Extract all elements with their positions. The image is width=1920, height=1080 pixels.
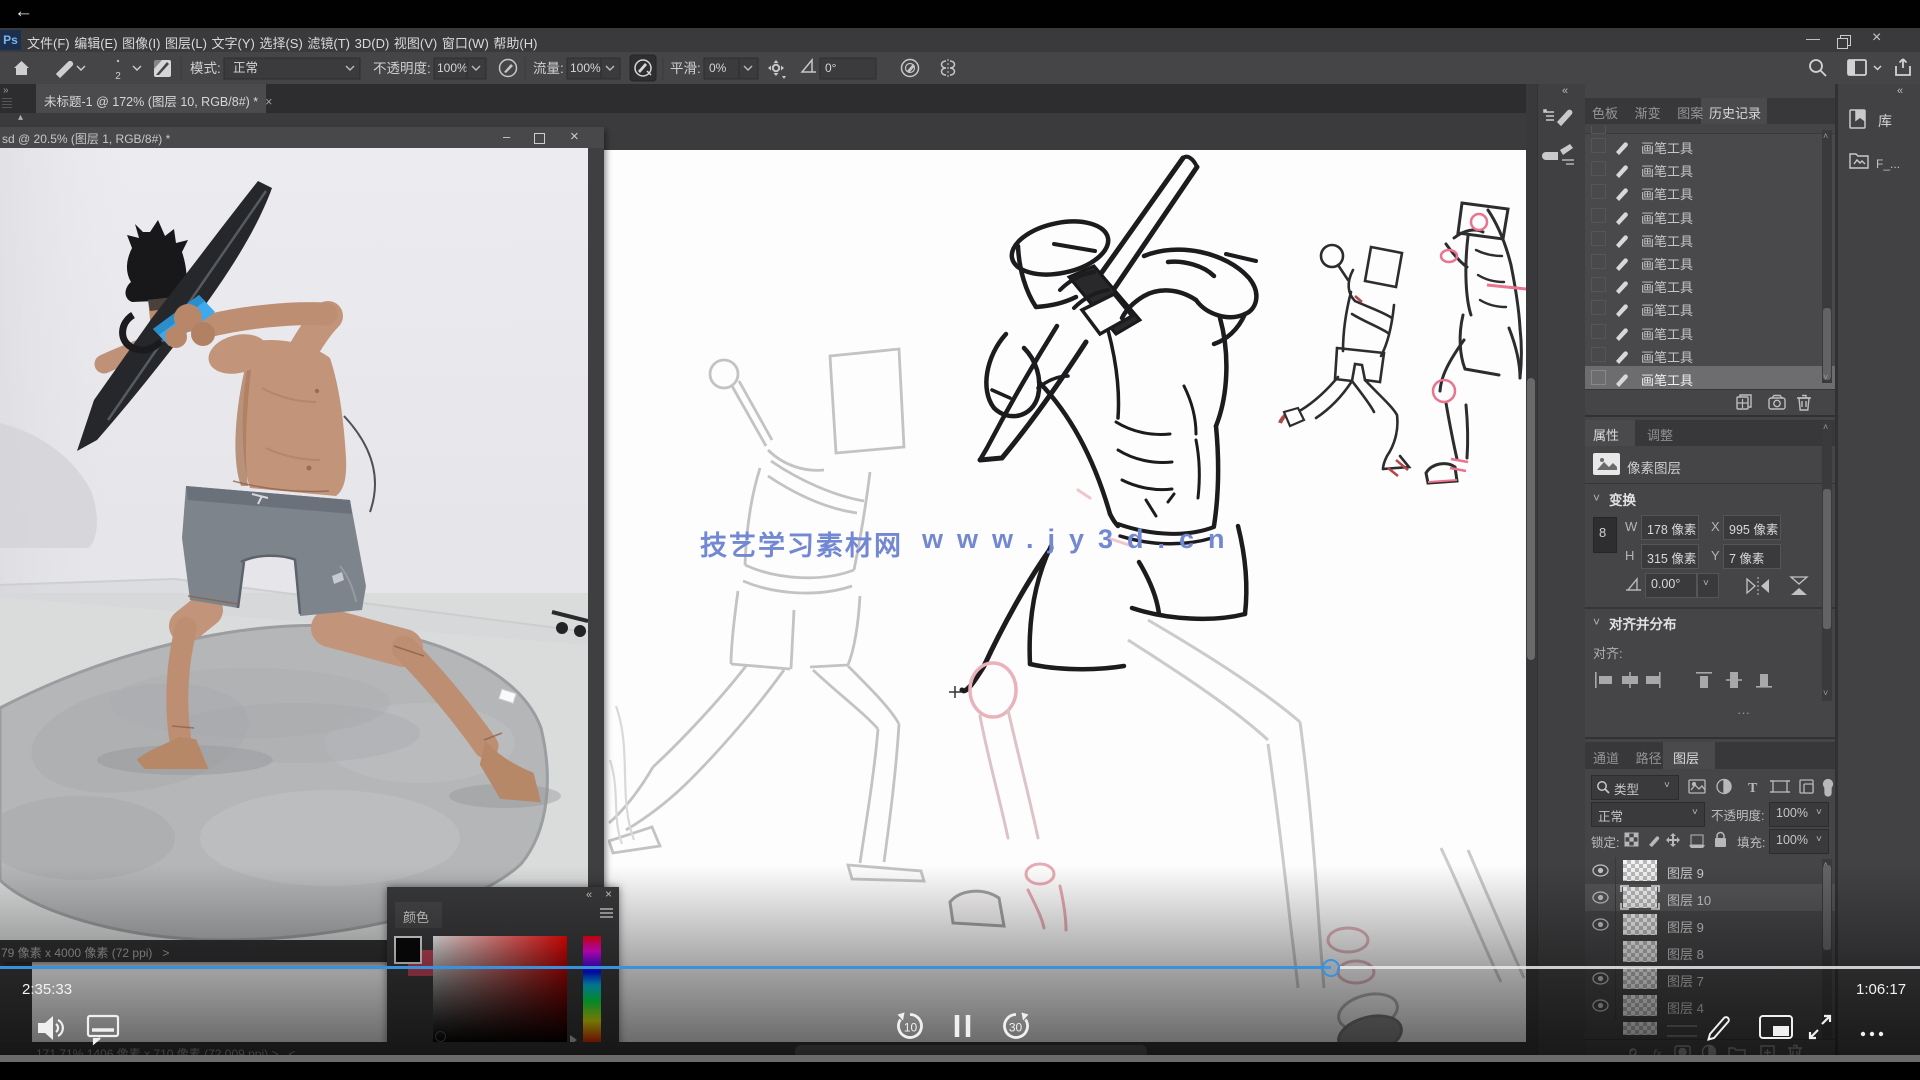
svg-text:库: 库 — [1878, 113, 1892, 129]
svg-text:100%: 100% — [437, 61, 468, 75]
svg-text:100%: 100% — [570, 61, 601, 75]
svg-text:平滑:: 平滑: — [670, 61, 701, 76]
svg-text:0%: 0% — [709, 61, 727, 75]
svg-text:F_...: F_... — [1876, 157, 1900, 171]
svg-text:0°: 0° — [825, 61, 837, 75]
svg-text:2: 2 — [115, 71, 121, 82]
svg-text:模式:: 模式: — [190, 61, 221, 76]
svg-text:流量:: 流量: — [533, 61, 564, 76]
svg-text:不透明度:: 不透明度: — [373, 61, 431, 76]
svg-text:T: T — [1748, 781, 1758, 796]
svg-text:正常: 正常 — [233, 61, 258, 75]
